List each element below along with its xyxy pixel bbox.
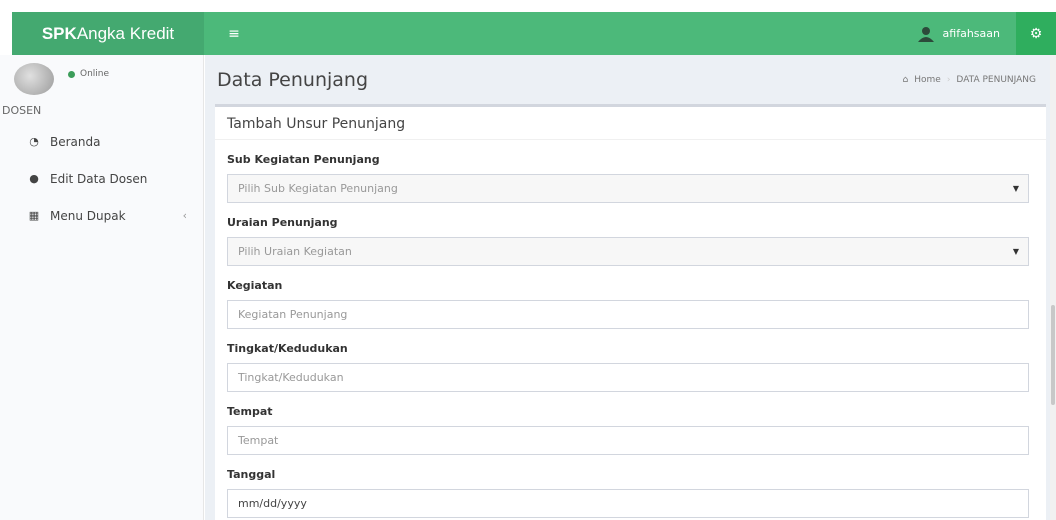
tingkat-placeholder: Tingkat/Kedudukan — [238, 371, 344, 384]
username: afifahsaan — [942, 27, 1000, 40]
uraian-label: Uraian Penunjang — [227, 216, 338, 229]
online-status: Online — [68, 69, 109, 79]
tempat-input[interactable]: Tempat — [227, 426, 1029, 455]
form-box: Tambah Unsur Penunjang Sub Kegiatan Penu… — [215, 104, 1046, 520]
sidebar-item-label: Beranda — [50, 134, 101, 149]
online-dot-icon — [68, 70, 75, 78]
sidebar-item-edit-data-dosen[interactable]: ● Edit Data Dosen — [0, 160, 203, 197]
user-icon: ● — [29, 172, 39, 185]
avatar — [14, 63, 54, 95]
user-panel: Online — [0, 55, 203, 103]
kegiatan-label: Kegiatan — [227, 279, 283, 292]
sub-kegiatan-label: Sub Kegiatan Penunjang — [227, 153, 380, 166]
brand-rest: Angka Kredit — [76, 23, 175, 43]
brand-logo[interactable]: SPK Angka Kredit — [12, 12, 204, 55]
sub-kegiatan-select[interactable]: Pilih Sub Kegiatan Penunjang ▼ — [227, 174, 1029, 203]
top-navbar: SPK Angka Kredit ≡ afifahsaan ⚙ — [12, 12, 1056, 55]
breadcrumb-home[interactable]: Home — [914, 75, 941, 85]
tempat-label: Tempat — [227, 405, 273, 418]
user-menu[interactable]: afifahsaan — [917, 12, 1000, 55]
chevron-left-icon: ‹ — [182, 209, 187, 222]
scrollbar-thumb[interactable] — [1051, 305, 1055, 405]
tanggal-label: Tanggal — [227, 468, 276, 481]
gears-icon[interactable]: ⚙ — [1016, 12, 1056, 55]
tingkat-input[interactable]: Tingkat/Kedudukan — [227, 363, 1029, 392]
uraian-value: Pilih Uraian Kegiatan — [238, 245, 352, 258]
penunjang-form: Sub Kegiatan Penunjang Pilih Sub Kegiata… — [215, 140, 1046, 518]
dropdown-caret-icon: ▼ — [1012, 184, 1019, 193]
main-content: Data Penunjang ⌂ Home › DATA PENUNJANG T… — [205, 55, 1056, 520]
dropdown-caret-icon: ▼ — [1012, 247, 1019, 256]
sidebar-item-label: Edit Data Dosen — [50, 171, 148, 186]
sidebar-item-menu-dupak[interactable]: ▦ Menu Dupak ‹ — [0, 197, 203, 234]
uraian-select[interactable]: Pilih Uraian Kegiatan ▼ — [227, 237, 1029, 266]
page-header: Data Penunjang ⌂ Home › DATA PENUNJANG — [205, 55, 1056, 103]
dashboard-icon: ◔ — [29, 135, 39, 148]
page-title: Data Penunjang — [217, 69, 369, 91]
tingkat-label: Tingkat/Kedudukan — [227, 342, 348, 355]
tanggal-date-input[interactable]: mm/dd/yyyy — [227, 489, 1029, 518]
kegiatan-placeholder: Kegiatan Penunjang — [238, 308, 348, 321]
hamburger-icon[interactable]: ≡ — [222, 22, 246, 46]
sidebar-item-beranda[interactable]: ◔ Beranda — [0, 123, 203, 160]
tempat-placeholder: Tempat — [238, 434, 279, 447]
sidebar: Online DOSEN ◔ Beranda ● Edit Data Dosen… — [0, 55, 204, 520]
breadcrumb: ⌂ Home › DATA PENUNJANG — [903, 75, 1036, 85]
sidebar-item-label: Menu Dupak — [50, 208, 126, 223]
user-avatar-icon — [917, 26, 934, 42]
box-title: Tambah Unsur Penunjang — [215, 107, 1046, 140]
table-icon: ▦ — [28, 209, 40, 222]
home-icon: ⌂ — [902, 75, 909, 85]
sidebar-section-label: DOSEN — [2, 104, 42, 117]
breadcrumb-current: DATA PENUNJANG — [956, 75, 1036, 85]
page-scrollbar[interactable] — [1050, 55, 1056, 520]
sub-kegiatan-value: Pilih Sub Kegiatan Penunjang — [238, 182, 398, 195]
online-label: Online — [80, 69, 110, 79]
kegiatan-input[interactable]: Kegiatan Penunjang — [227, 300, 1029, 329]
brand-bold: SPK — [41, 23, 77, 43]
breadcrumb-separator: › — [946, 75, 951, 85]
tanggal-value: mm/dd/yyyy — [238, 497, 307, 510]
